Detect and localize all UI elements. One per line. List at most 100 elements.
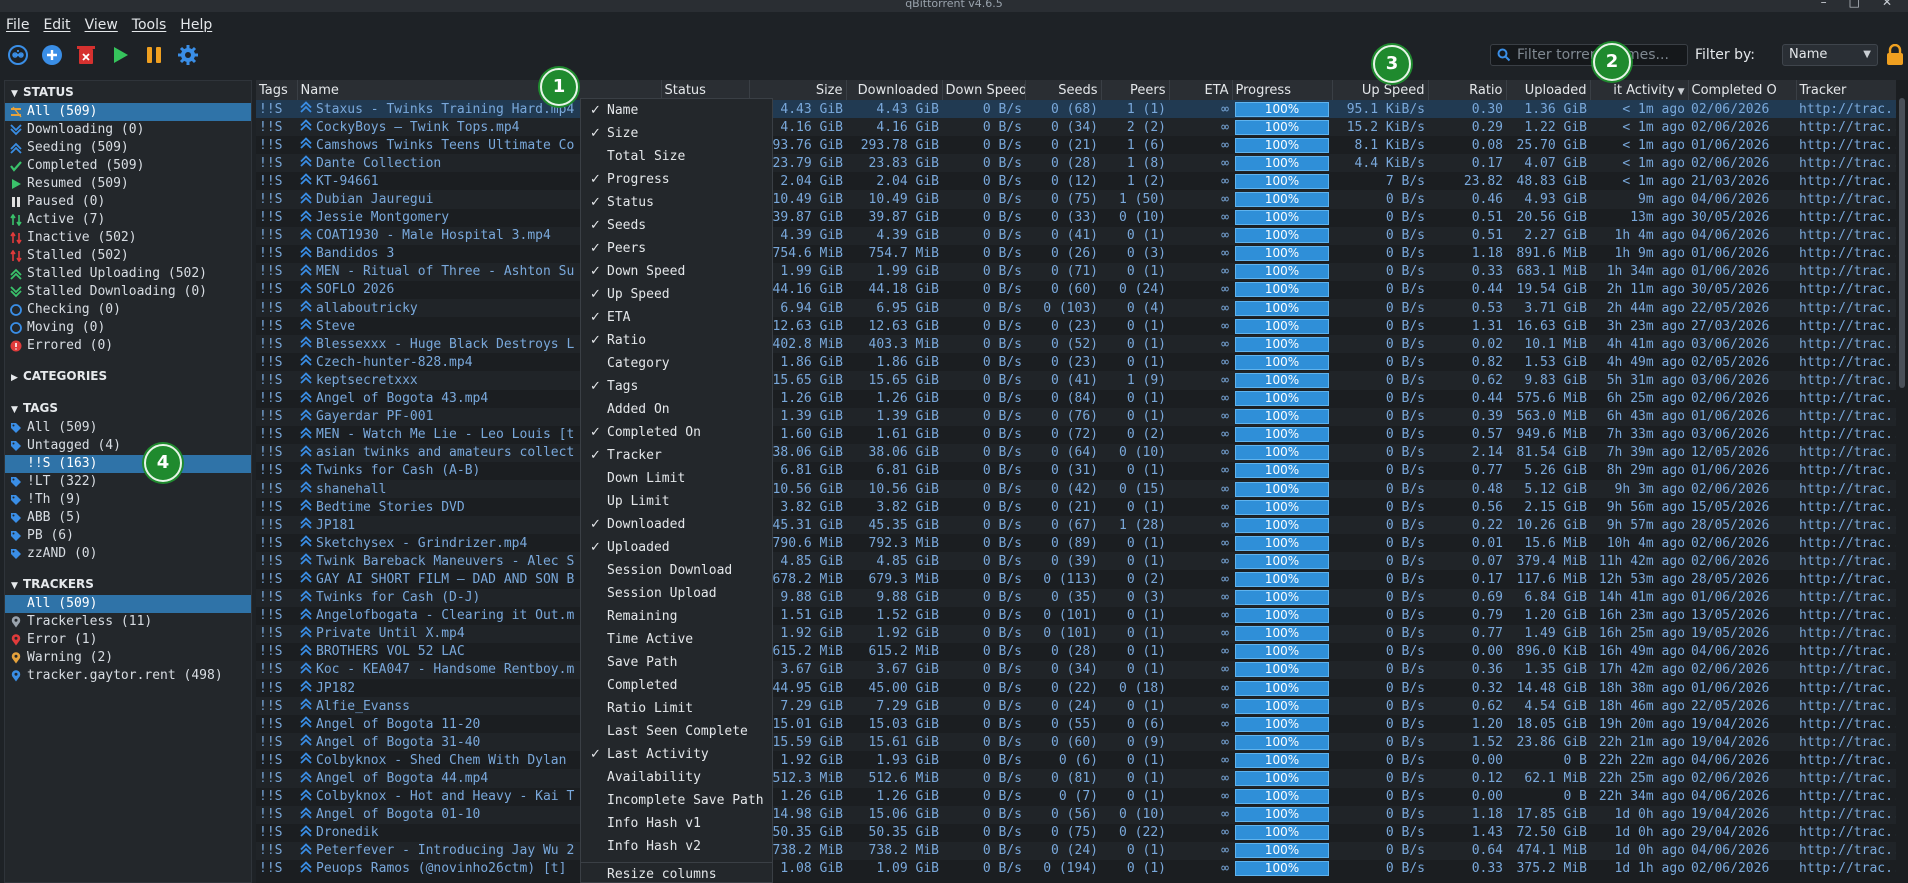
table-row[interactable]: !!S KT-94661 2.04 GiB 2.04 GiB 0 B/s 0 (12) 1 …	[256, 172, 1896, 191]
table-row[interactable]: !!S Sketchysex - Grindrizer.mp4 790.6 MiB 7…	[256, 534, 1896, 553]
table-row[interactable]: !!S Blessexxx - Huge Black Destroys L 402.…	[256, 335, 1896, 354]
table-row[interactable]: !!S GAY AI SHORT FILM – DAD AND SON B 678.…	[256, 570, 1896, 589]
table-row[interactable]: !!S keptsecretxxx 15.65 GiB 15.65 GiB 0 B/s 0…	[256, 371, 1896, 390]
menu-item-availability[interactable]: Availability	[581, 766, 772, 789]
menu-item-save-path[interactable]: Save Path	[581, 651, 772, 674]
column-header-status[interactable]: Status	[661, 80, 750, 100]
table-row[interactable]: !!S asian twinks and amateurs collect 38.0…	[256, 443, 1896, 462]
categories-section-header[interactable]: ▶ CATEGORIES	[5, 365, 251, 387]
menu-item-incomplete-save-path[interactable]: Incomplete Save Path	[581, 789, 772, 812]
column-header-peers[interactable]: Peers	[1101, 80, 1170, 100]
column-header-tracker[interactable]: Tracker	[1796, 80, 1896, 100]
column-header-seeds[interactable]: Seeds	[1025, 80, 1102, 100]
pause-button[interactable]	[142, 43, 166, 67]
table-row[interactable]: !!S Colbyknox - Shed Chem With Dylan 1.92 …	[256, 751, 1896, 770]
table-row[interactable]: !!S Angel of Bogota 31-40 15.59 GiB 15.61 G…	[256, 733, 1896, 752]
status-filter-stalled-downloading[interactable]: Stalled Downloading (0)	[5, 283, 251, 301]
table-row[interactable]: !!S Angel of Bogota 43.mp4 1.26 GiB 1.26 Gi…	[256, 389, 1896, 408]
tag-filter-lt[interactable]: !LT (322)	[5, 473, 251, 491]
menu-item-eta[interactable]: ✓ ETA	[581, 306, 772, 329]
tag-filter-pb[interactable]: PB (6)	[5, 527, 251, 545]
menu-item-uploaded[interactable]: ✓ Uploaded	[581, 536, 772, 559]
status-filter-seeding[interactable]: Seeding (509)	[5, 139, 251, 157]
status-filter-stalled[interactable]: Stalled (502)	[5, 247, 251, 265]
menu-item-info-hash-v2[interactable]: Info Hash v2	[581, 835, 772, 858]
status-filter-inactive[interactable]: Inactive (502)	[5, 229, 251, 247]
menu-item-tracker[interactable]: ✓ Tracker	[581, 444, 772, 467]
menu-item-downloaded[interactable]: ✓ Downloaded	[581, 513, 772, 536]
table-row[interactable]: !!S Colbyknox - Hot and Heavy - Kai T 1.26…	[256, 787, 1896, 806]
add-torrent-button[interactable]	[40, 43, 64, 67]
menu-item-completed[interactable]: Completed	[581, 674, 772, 697]
tracker-filter-tracker-gaytor-rent[interactable]: tracker.gaytor.rent (498)	[5, 667, 251, 685]
table-row[interactable]: !!S Angelofbogata - Clearing it Out.m 1.51…	[256, 606, 1896, 625]
menu-item-up-limit[interactable]: Up Limit	[581, 490, 772, 513]
menu-edit[interactable]: Edit	[43, 17, 70, 33]
table-row[interactable]: !!S Dubian Jauregui 10.49 GiB 10.49 GiB 0 B/…	[256, 190, 1896, 209]
menu-item-size[interactable]: ✓ Size	[581, 122, 772, 145]
menu-item-total-size[interactable]: Total Size	[581, 145, 772, 168]
scrollbar-thumb[interactable]	[1899, 98, 1905, 388]
table-row[interactable]: !!S Bedtime Stories DVD 3.82 GiB 3.82 GiB 0 …	[256, 498, 1896, 517]
column-header-uploaded[interactable]: Uploaded	[1506, 80, 1591, 100]
column-header-name[interactable]: Name	[297, 80, 662, 100]
close-button[interactable]: ✕	[1882, 0, 1892, 8]
table-row[interactable]: !!S Peterfever - Introducing Jay Wu 2 738.…	[256, 841, 1896, 860]
table-row[interactable]: !!S Twinks for Cash (D-J) 9.88 GiB 9.88 GiB…	[256, 588, 1896, 607]
menu-file[interactable]: File	[6, 17, 29, 33]
menu-item-completed-on[interactable]: ✓ Completed On	[581, 421, 772, 444]
tag-filter-abb[interactable]: ABB (5)	[5, 509, 251, 527]
status-filter-all[interactable]: All (509)	[5, 103, 251, 121]
table-row[interactable]: !!S shanehall 10.56 GiB 10.56 GiB 0 B/s 0 (42…	[256, 479, 1896, 499]
menu-item-session-download[interactable]: Session Download	[581, 559, 772, 582]
status-filter-paused[interactable]: Paused (0)	[5, 193, 251, 211]
column-header-it-activity[interactable]: it Activity ▼	[1590, 80, 1689, 100]
search-input[interactable]: Filter torrent names...	[1490, 44, 1688, 66]
menu-item-progress[interactable]: ✓ Progress	[581, 168, 772, 191]
status-filter-downloading[interactable]: Downloading (0)	[5, 121, 251, 139]
lock-icon[interactable]	[1886, 43, 1904, 70]
menu-item-status[interactable]: ✓ Status	[581, 191, 772, 214]
menu-item-session-upload[interactable]: Session Upload	[581, 582, 772, 605]
minimize-button[interactable]: –	[1821, 0, 1827, 8]
column-header-eta[interactable]: ETA	[1169, 80, 1233, 100]
tracker-filter-trackerless[interactable]: Trackerless (11)	[5, 613, 251, 631]
filter-by-select[interactable]: Name ▼	[1782, 44, 1878, 66]
resume-button[interactable]	[108, 43, 132, 67]
table-row[interactable]: !!S SOFLO 2026 44.16 GiB 44.18 GiB 0 B/s 0 (6…	[256, 280, 1896, 300]
tags-section-header[interactable]: ▼ TAGS	[5, 397, 251, 419]
tag-filter-th[interactable]: !Th (9)	[5, 491, 251, 509]
status-filter-active[interactable]: Active (7)	[5, 211, 251, 229]
column-header-tags[interactable]: Tags	[256, 80, 298, 100]
menu-item-resize-columns[interactable]: Resize columns	[581, 862, 772, 883]
menu-item-ratio-limit[interactable]: Ratio Limit	[581, 697, 772, 720]
menu-item-info-hash-v1[interactable]: Info Hash v1	[581, 812, 772, 835]
column-header-ratio[interactable]: Ratio	[1428, 80, 1507, 100]
table-row[interactable]: !!S BROTHERS VOL 52 LAC 615.2 MiB 615.2 MiB…	[256, 642, 1896, 661]
vertical-scrollbar[interactable]	[1896, 80, 1908, 883]
status-filter-completed[interactable]: Completed (509)	[5, 157, 251, 175]
trackers-section-header[interactable]: ▼ TRACKERS	[5, 573, 251, 595]
table-row[interactable]: !!S JP182 44.95 GiB 45.00 GiB 0 B/s 0 (22) 0 (…	[256, 679, 1896, 698]
menu-tools[interactable]: Tools	[132, 17, 167, 33]
table-row[interactable]: !!S COAT1930 - Male Hospital 3.mp4 4.39 Gi…	[256, 226, 1896, 245]
menu-item-down-limit[interactable]: Down Limit	[581, 467, 772, 490]
table-row[interactable]: !!S Bandidos 3 754.6 MiB 754.7 MiB 0 B/s 0 (2…	[256, 244, 1896, 263]
table-row[interactable]: !!S Twink Bareback Maneuvers - Alec S 4.85…	[256, 552, 1896, 571]
table-row[interactable]: !!S MEN - Ritual of Three - Ashton Su 1.99…	[256, 262, 1896, 281]
menu-item-seeds[interactable]: ✓ Seeds	[581, 214, 772, 237]
column-header-down-speed[interactable]: Down Speed	[942, 80, 1026, 100]
menu-item-category[interactable]: Category	[581, 352, 772, 375]
tracker-filter-warning[interactable]: Warning (2)	[5, 649, 251, 667]
table-row[interactable]: !!S Koc - KEA047 - Handsome Rentboy.m 3.67…	[256, 660, 1896, 679]
status-section-header[interactable]: ▼ STATUS	[5, 81, 251, 103]
table-row[interactable]: !!S Angel of Bogota 01-10 14.98 GiB 15.06 G…	[256, 805, 1896, 824]
table-row[interactable]: !!S Staxus - Twinks Training Hard.mp4 4.43…	[256, 100, 1896, 119]
remove-torrent-button[interactable]	[74, 43, 98, 67]
status-filter-moving[interactable]: Moving (0)	[5, 319, 251, 337]
tag-filter-s[interactable]: !!S (163)	[5, 455, 251, 473]
menu-view[interactable]: View	[85, 17, 118, 33]
menu-item-remaining[interactable]: Remaining	[581, 605, 772, 628]
table-row[interactable]: !!S Angel of Bogota 11-20 15.01 GiB 15.03 G…	[256, 715, 1896, 734]
tag-filter-untagged[interactable]: Untagged (4)	[5, 437, 251, 455]
